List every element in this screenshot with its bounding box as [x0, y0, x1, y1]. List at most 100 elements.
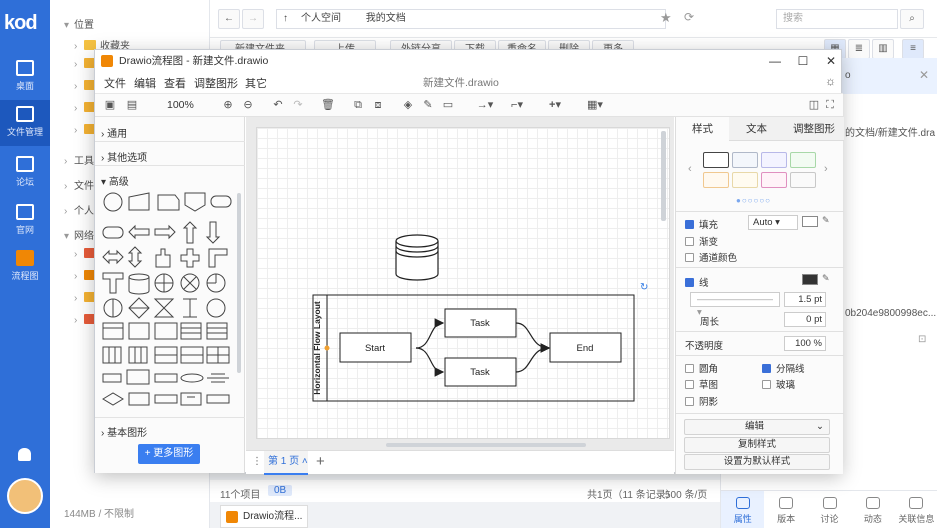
tab-style[interactable]: 样式 [676, 117, 729, 141]
more-shapes-button[interactable]: + 更多图形 [138, 444, 200, 464]
edge-task2-end[interactable] [515, 343, 551, 373]
copy-style-button[interactable]: 复制样式 [684, 437, 830, 453]
cylinder-shape[interactable] [395, 234, 439, 281]
rail-item-desktop[interactable]: 桌面 [0, 60, 50, 96]
tab-text[interactable]: 文本 [729, 117, 784, 141]
gradient-checkbox[interactable]: 渐变 [685, 234, 718, 248]
edit-style-button[interactable]: 编辑 ⌄ [684, 419, 830, 435]
rail-item-forum[interactable]: 论坛 [0, 156, 50, 192]
zoom-select[interactable]: 100% [167, 99, 194, 111]
avatar[interactable] [7, 478, 43, 514]
zoom-in-icon[interactable]: ⊕ [221, 99, 235, 112]
back-button[interactable]: ← [218, 9, 240, 29]
delete-icon[interactable]: 🗑 [321, 99, 335, 112]
tree-personal[interactable]: › 个人 [64, 202, 94, 217]
chevron-left-icon[interactable]: ‹ [688, 163, 692, 175]
split-view-icon[interactable]: ▥ [872, 39, 894, 59]
table-icon[interactable]: ▦▾ [583, 99, 607, 112]
menu-view[interactable]: 查看 [164, 75, 186, 91]
menu-extras[interactable]: 其它 [245, 75, 267, 91]
style-swatches[interactable] [703, 152, 816, 190]
transparent-color-checkbox[interactable]: 通道颜色 [685, 250, 737, 264]
tab-page-1[interactable]: 第 1 页 ˄ [264, 451, 308, 475]
eyedropper-icon[interactable]: ✎ [822, 273, 830, 284]
sidebar-scrollbar[interactable] [237, 193, 241, 373]
tab-properties[interactable]: 属性 [721, 491, 765, 528]
panel-toggle-icon[interactable]: ◫ [807, 99, 821, 112]
connection-point[interactable] [324, 345, 330, 351]
section-misc[interactable]: › 其他选项 [101, 149, 147, 164]
eyedropper-icon[interactable]: ✎ [822, 215, 830, 226]
fill-mode-select[interactable]: Auto ▾ [748, 215, 798, 230]
arrow-up-icon[interactable]: ↑ [283, 10, 288, 28]
tree-location[interactable]: ▾ 位置 [64, 16, 94, 31]
line-color-icon[interactable]: ✎ [421, 99, 435, 112]
forward-button[interactable]: → [242, 9, 264, 29]
tab-versions[interactable]: 版本 [764, 491, 807, 528]
tree-tools[interactable]: › 工具 [64, 152, 94, 167]
line-checkbox[interactable]: 线 [685, 275, 709, 289]
tab-related[interactable]: 关联信息 [895, 491, 937, 528]
shadow-checkbox[interactable]: 阴影 [685, 394, 718, 408]
format-panel-icon[interactable]: ▤ [125, 99, 139, 112]
file-name[interactable]: 新建文件.drawio [423, 75, 499, 90]
maximize-button[interactable]: ☐ [789, 50, 817, 72]
theme-icon[interactable]: ☼ [825, 74, 836, 88]
to-front-icon[interactable]: ⧉ [351, 99, 365, 112]
line-width-input[interactable]: 1.5 pt [784, 292, 826, 307]
add-page-icon[interactable]: + [316, 453, 325, 470]
close-button[interactable]: ✕ [817, 50, 845, 72]
search-input[interactable]: 搜索 [776, 9, 898, 29]
info-panel-icon[interactable]: ≡ [902, 39, 924, 59]
crumb-home[interactable]: 个人空间 [301, 13, 341, 24]
close-icon[interactable]: ✕ [919, 68, 929, 82]
line-color-swatch[interactable] [802, 274, 818, 285]
edge-start-task2[interactable] [415, 347, 445, 377]
fill-color-swatch[interactable] [802, 216, 818, 227]
menu-edit[interactable]: 编辑 [134, 75, 156, 91]
fullscreen-icon[interactable]: ⛶ [823, 99, 837, 112]
opacity-input[interactable]: 100 % [784, 336, 826, 351]
taskbar-item-drawio[interactable]: Drawio流程... [220, 505, 308, 528]
fill-color-icon[interactable]: ◈ [401, 99, 415, 112]
zoom-out-icon[interactable]: ⊖ [241, 99, 255, 112]
tab-arrange[interactable]: 调整图形 [784, 117, 844, 141]
list-view-icon[interactable]: ≣ [848, 39, 870, 59]
shadow-icon[interactable]: ▭ [441, 99, 455, 112]
glass-checkbox[interactable]: 玻璃 [762, 377, 795, 391]
rotate-handle-icon[interactable]: ↻ [640, 282, 648, 293]
canvas-scrollbar-h[interactable] [386, 443, 586, 447]
rail-item-file-manager[interactable]: 文件管理 [0, 100, 50, 146]
section-advanced[interactable]: ▾ 高级 [101, 173, 129, 188]
menu-arrange[interactable]: 调整图形 [194, 75, 238, 91]
separator-checkbox[interactable]: 分隔线 [762, 361, 805, 375]
rail-item-flowchart[interactable]: 流程图 [0, 250, 50, 286]
tab-activity[interactable]: 动态 [851, 491, 894, 528]
menu-file[interactable]: 文件 [104, 75, 126, 91]
waypoints-icon[interactable]: ⌐▾ [505, 99, 529, 112]
refresh-icon[interactable]: ⟳ [684, 10, 694, 24]
insert-icon[interactable]: +▾ [543, 99, 567, 112]
canvas-scrollbar-v[interactable] [661, 131, 666, 221]
bell-icon[interactable] [18, 448, 31, 461]
section-general[interactable]: › 通用 [101, 125, 127, 140]
diagram-canvas[interactable]: Horizontal Flow Layout Start Task Task E… [256, 127, 670, 439]
tree-network[interactable]: ▾ 网络 [64, 227, 94, 242]
tab-discussion[interactable]: 讨论 [808, 491, 851, 528]
save-icon[interactable]: ▣ [103, 99, 117, 112]
rail-item-website[interactable]: 官网 [0, 204, 50, 240]
chevron-right-icon[interactable]: › [824, 163, 828, 175]
star-icon[interactable]: ★ [660, 10, 672, 26]
connection-icon[interactable]: →▾ [473, 99, 497, 112]
shape-palette[interactable] [101, 187, 233, 415]
minimize-button[interactable]: — [761, 50, 789, 72]
swatch-pager[interactable]: ●○○○○○ [736, 196, 771, 205]
undo-icon[interactable]: ↶ [271, 99, 285, 112]
line-style-select[interactable]: ———————— ▾ [690, 292, 780, 318]
crumb-docs[interactable]: 我的文档 [366, 13, 406, 24]
edge-task1-end[interactable] [515, 322, 551, 353]
page-menu-icon[interactable]: ⋮ [252, 456, 262, 467]
set-default-style-button[interactable]: 设置为默认样式 [684, 454, 830, 470]
sketch-checkbox[interactable]: 草图 [685, 377, 718, 391]
tree-files[interactable]: › 文件 [64, 177, 94, 192]
